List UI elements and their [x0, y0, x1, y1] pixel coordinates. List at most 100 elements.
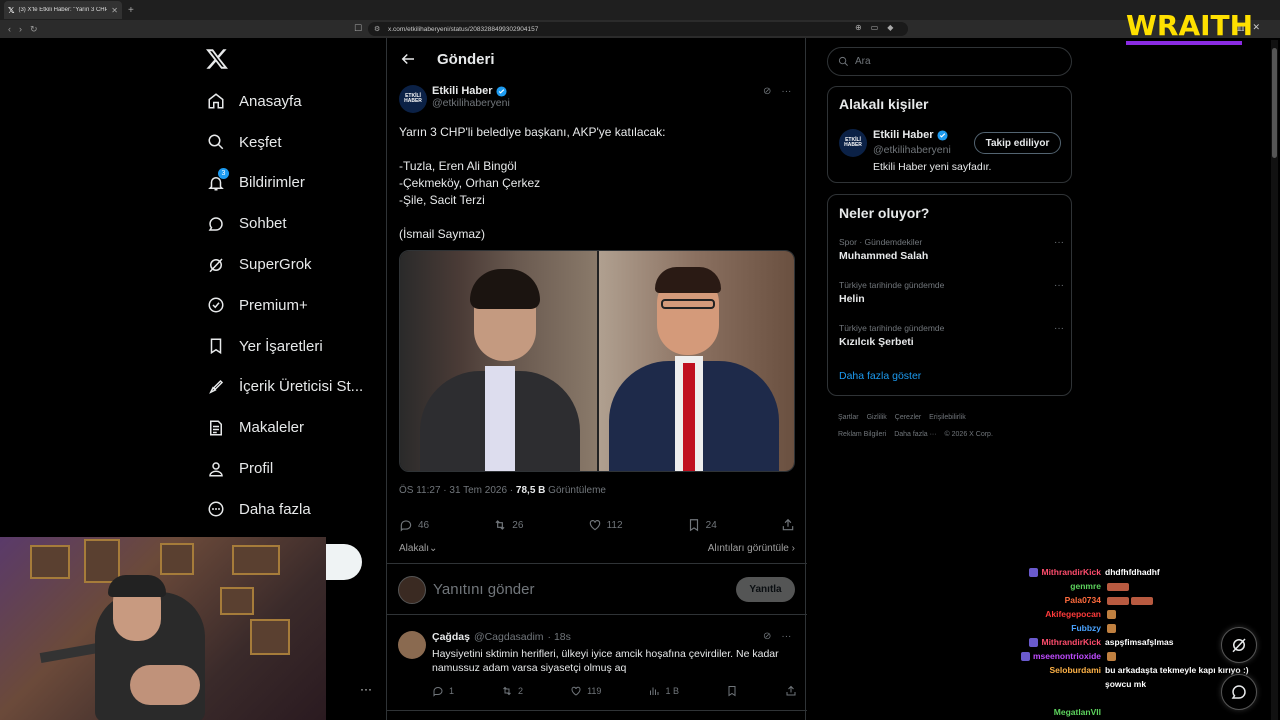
post-button[interactable]: [320, 544, 362, 580]
reply-author-handle[interactable]: @Cagdasadim: [474, 631, 544, 643]
more-options-icon[interactable]: ···: [1054, 237, 1064, 248]
repost-button[interactable]: 26: [493, 518, 523, 532]
nav-item-creator-studio[interactable]: İçerik Üreticisi St...: [205, 367, 375, 408]
chat-username[interactable]: mseenontrioxide: [1010, 649, 1105, 663]
trend-item[interactable]: Spor · Gündemdekiler Muhammed Salah ···: [839, 237, 1064, 262]
photo-left[interactable]: [400, 251, 597, 471]
related-handle[interactable]: @etkilihaberyeni: [873, 144, 951, 156]
reply-button[interactable]: 1: [432, 685, 454, 697]
footer-link[interactable]: Çerezler: [895, 414, 921, 421]
new-tab-icon[interactable]: +: [128, 5, 134, 16]
chat-username[interactable]: MithrandirKick: [1010, 635, 1105, 649]
photo-glasses: [661, 299, 715, 309]
footer-link[interactable]: Daha fazla ···: [894, 431, 936, 438]
bookmark-page-icon[interactable]: ☐: [354, 23, 362, 34]
quotes-label: Alıntıları görüntüle: [707, 543, 789, 554]
grok-fab-button[interactable]: [1221, 627, 1257, 663]
footer-link[interactable]: Erişilebilirlik: [929, 414, 966, 421]
footer-link[interactable]: Gizlilik: [867, 414, 887, 421]
chat-username[interactable]: MithrandirKick: [1010, 565, 1105, 579]
nav-label: Daha fazla: [239, 500, 311, 518]
trend-item[interactable]: Türkiye tarihinde gündemde Kızılcık Şerb…: [839, 323, 1064, 348]
relevance-sort[interactable]: Alakalı⌄: [399, 543, 437, 554]
account-menu-icon[interactable]: ···: [360, 682, 372, 696]
messages-fab-button[interactable]: [1221, 674, 1257, 710]
share-button[interactable]: [785, 685, 797, 697]
bookmark-button[interactable]: 24: [687, 518, 717, 532]
x-logo-icon[interactable]: [205, 47, 229, 71]
footer-link[interactable]: Reklam Bilgileri: [838, 431, 886, 438]
related-avatar[interactable]: ETKİLİ HABER: [839, 129, 867, 157]
site-info-icon[interactable]: ⚙: [374, 25, 380, 33]
reply-time[interactable]: · 18s: [548, 631, 571, 643]
more-options-icon[interactable]: ···: [1054, 323, 1064, 334]
author-name[interactable]: Etkili Haber: [432, 85, 493, 97]
cast-icon[interactable]: ▭: [871, 23, 879, 32]
user-avatar[interactable]: [398, 576, 426, 604]
nav-item-supergrok[interactable]: SuperGrok: [205, 244, 375, 285]
grok-icon[interactable]: ⊘: [763, 631, 771, 642]
nav-item-profile[interactable]: Profil: [205, 448, 375, 489]
chat-username[interactable]: genmre: [1010, 579, 1105, 593]
bookmark-button[interactable]: [726, 685, 738, 697]
url-field[interactable]: ⚙ x.com/etkilihaberyeni/status/208328849…: [368, 22, 908, 36]
chat-username[interactable]: [1010, 677, 1105, 691]
reply-item[interactable]: Çağdaş @Cagdasadim · 18s ⊘ ··· Haysiyeti…: [387, 621, 807, 711]
nav-item-explore[interactable]: Keşfet: [205, 122, 375, 163]
search-input[interactable]: Ara: [855, 56, 871, 67]
author-avatar[interactable]: ETKİLİ HABER: [399, 85, 427, 113]
grok-icon[interactable]: ⊘: [763, 86, 771, 97]
related-name[interactable]: Etkili Haber: [873, 129, 934, 141]
forward-icon[interactable]: ›: [19, 24, 22, 35]
chat-username[interactable]: [1010, 691, 1105, 705]
close-tab-icon[interactable]: ✕: [111, 6, 118, 15]
footer-link[interactable]: Şartlar: [838, 414, 859, 421]
more-options-icon[interactable]: ···: [781, 631, 791, 642]
nav-item-notifications[interactable]: 3 Bildirimler: [205, 163, 375, 204]
following-button[interactable]: Takip ediliyor: [974, 132, 1061, 154]
more-options-icon[interactable]: ···: [1054, 280, 1064, 291]
scrollbar-thumb[interactable]: [1272, 48, 1277, 158]
reply-button[interactable]: 46: [399, 518, 429, 532]
chat-username[interactable]: Fubbzy: [1010, 621, 1105, 635]
post-timestamp[interactable]: ÖS 11:27 · 31 Tem 2026 ·: [399, 485, 516, 496]
post-line: [399, 141, 799, 158]
chat-username[interactable]: Akifegepocan: [1010, 607, 1105, 621]
zoom-icon[interactable]: ⊕: [855, 23, 862, 32]
views-button[interactable]: 1 B: [648, 685, 679, 697]
reply-input[interactable]: Yanıtını gönder: [433, 581, 534, 598]
nav-item-chat[interactable]: Sohbet: [205, 203, 375, 244]
page-scrollbar[interactable]: [1271, 40, 1278, 720]
browser-tab[interactable]: 𝕏 (3) X'te Etkili Haber: "Yarın 3 CHP'..…: [4, 1, 122, 19]
back-arrow-icon[interactable]: [399, 50, 417, 68]
reply-author-name[interactable]: Çağdaş: [432, 631, 470, 643]
photo-right[interactable]: [597, 251, 794, 471]
extension-icon[interactable]: ◆: [887, 23, 893, 32]
post-meta: ÖS 11:27 · 31 Tem 2026 · 78,5 B Görüntül…: [399, 485, 606, 496]
nav-item-more[interactable]: Daha fazla: [205, 489, 375, 530]
back-icon[interactable]: ‹: [8, 24, 11, 35]
chat-username[interactable]: MegatlanVII: [1010, 705, 1105, 719]
view-quotes-link[interactable]: Alıntıları görüntüle ›: [708, 543, 795, 554]
nav-item-articles[interactable]: Makaleler: [205, 407, 375, 448]
share-button[interactable]: [781, 518, 795, 532]
search-bar[interactable]: Ara: [827, 47, 1072, 76]
nav-item-bookmarks[interactable]: Yer İşaretleri: [205, 326, 375, 367]
chat-username[interactable]: Pala0734: [1010, 593, 1105, 607]
nav-item-premium[interactable]: Premium+: [205, 285, 375, 326]
reply-avatar[interactable]: [398, 631, 426, 659]
post-author[interactable]: ETKİLİ HABER Etkili Haber @etkilihaberye…: [399, 85, 510, 113]
like-button[interactable]: 119: [570, 685, 601, 697]
reload-icon[interactable]: ↻: [30, 24, 38, 35]
window-close-icon[interactable]: ✕: [1253, 22, 1261, 33]
show-more-link[interactable]: Daha fazla göster: [839, 370, 921, 382]
like-button[interactable]: 112: [588, 518, 623, 532]
chat-username[interactable]: Seloburdami: [1010, 663, 1105, 677]
author-handle[interactable]: @etkilihaberyeni: [432, 97, 510, 109]
trend-item[interactable]: Türkiye tarihinde gündemde Helin ···: [839, 280, 1064, 305]
nav-item-home[interactable]: Anasayfa: [205, 81, 375, 122]
repost-button[interactable]: 2: [501, 685, 523, 697]
post-media[interactable]: [399, 250, 795, 472]
more-options-icon[interactable]: ···: [781, 86, 791, 97]
reply-submit-button[interactable]: Yanıtla: [736, 577, 795, 602]
